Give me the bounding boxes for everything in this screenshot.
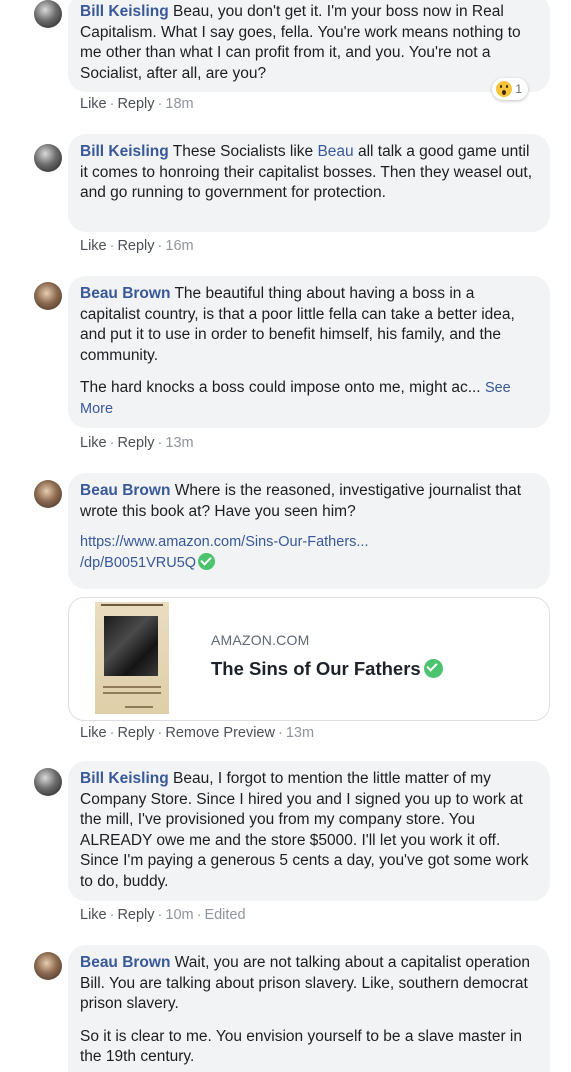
comment-timestamp[interactable]: 18m (165, 96, 193, 112)
reply-button[interactable]: Reply (117, 907, 154, 923)
link-title[interactable]: The Sins of Our Fathers (211, 658, 443, 680)
avatar-bill-keisling[interactable] (34, 144, 62, 172)
comment-author[interactable]: Bill Keisling (80, 143, 169, 160)
comment-timestamp[interactable]: 10m (165, 907, 193, 923)
comment-actions: Like · Reply · 13m (80, 435, 194, 451)
comment-bubble: Beau Brown Where is the reasoned, invest… (68, 473, 550, 589)
comment-paragraph: The hard knocks a boss could impose onto… (80, 379, 511, 417)
comment-author[interactable]: Beau Brown (80, 954, 170, 971)
edited-label[interactable]: Edited (204, 907, 245, 923)
comment-text: These Socialists like (168, 143, 318, 160)
comment-text: Beau, I forgot to mention the little mat… (80, 770, 529, 890)
comment-actions: Like · Reply · 18m (80, 96, 194, 112)
avatar-bill-keisling[interactable] (34, 0, 62, 28)
comment-actions: Like · Reply · 16m (80, 238, 194, 254)
comment-timestamp[interactable]: 13m (286, 725, 314, 741)
link-preview-card[interactable]: AMAZON.COM The Sins of Our Fathers (68, 597, 550, 721)
book-cover-image (95, 602, 169, 714)
verified-check-icon (423, 659, 443, 678)
comment-author[interactable]: Beau Brown (80, 285, 170, 302)
comment-actions: Like · Reply · 10m · Edited (80, 907, 246, 923)
comment-actions: Like · Reply · Remove Preview · 13m (80, 725, 315, 741)
comment-bubble: Beau Brown Wait, you are not talking abo… (68, 945, 550, 1072)
reply-button[interactable]: Reply (117, 435, 154, 451)
reaction-summary[interactable]: 1 (492, 78, 528, 100)
reply-button[interactable]: Reply (117, 725, 154, 741)
like-button[interactable]: Like (80, 96, 107, 112)
comment-author[interactable]: Bill Keisling (80, 3, 169, 20)
comment-bubble: Bill Keisling Beau, I forgot to mention … (68, 761, 550, 901)
avatar-beau-brown[interactable] (34, 282, 62, 310)
comment-author[interactable]: Beau Brown (80, 482, 170, 499)
reply-button[interactable]: Reply (117, 96, 154, 112)
comment-bubble: Beau Brown The beautiful thing about hav… (68, 276, 550, 428)
avatar-beau-brown[interactable] (34, 480, 62, 508)
like-button[interactable]: Like (80, 238, 107, 254)
like-button[interactable]: Like (80, 435, 107, 451)
comment-paragraph: So it is clear to me. You envision yours… (80, 1027, 522, 1066)
link-source: AMAZON.COM (211, 632, 310, 648)
avatar-beau-brown[interactable] (34, 952, 62, 980)
like-button[interactable]: Like (80, 907, 107, 923)
comment-timestamp[interactable]: 13m (165, 435, 193, 451)
comment-author[interactable]: Bill Keisling (80, 770, 169, 787)
comment-bubble: Bill Keisling Beau, you don't get it. I'… (68, 0, 550, 100)
avatar-bill-keisling[interactable] (34, 768, 62, 796)
wow-emoji-icon (496, 81, 513, 97)
mention-link[interactable]: Beau (317, 143, 353, 160)
reply-button[interactable]: Reply (117, 238, 154, 254)
verified-check-icon (198, 552, 216, 570)
reaction-count: 1 (515, 81, 522, 96)
comment-timestamp[interactable]: 16m (165, 238, 193, 254)
like-button[interactable]: Like (80, 725, 107, 741)
remove-preview-button[interactable]: Remove Preview (165, 725, 275, 741)
shared-url[interactable]: https://www.amazon.com/Sins-Our-Fathers.… (80, 532, 538, 573)
comment-bubble: Bill Keisling These Socialists like Beau… (68, 134, 550, 232)
